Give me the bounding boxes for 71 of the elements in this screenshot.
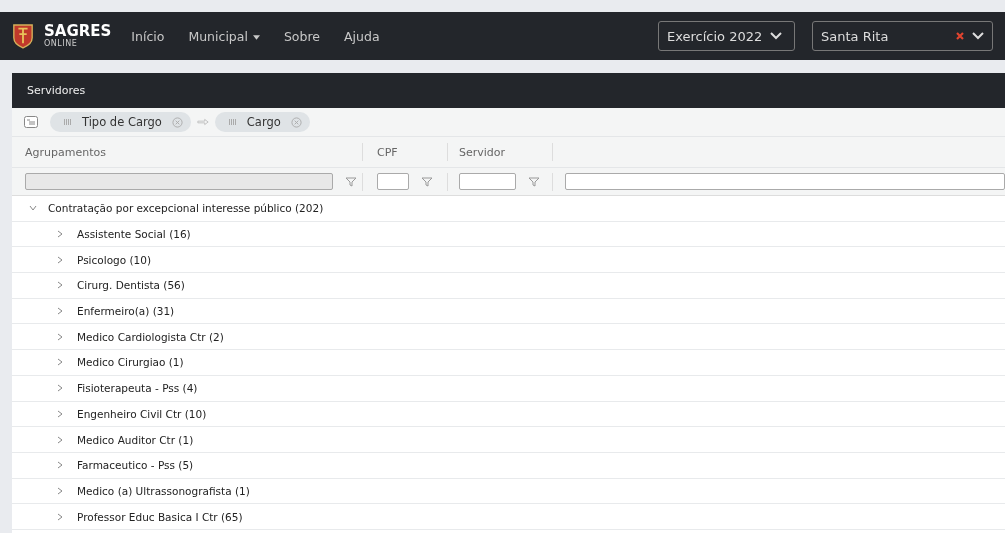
remove-icon[interactable] <box>290 116 302 128</box>
group-label: Medico Cirurgiao (1) <box>77 356 184 369</box>
group-chip[interactable]: Cargo <box>214 112 310 132</box>
group-panel-icon[interactable] <box>24 116 38 128</box>
chevron-icon[interactable] <box>57 358 63 367</box>
chevron-icon[interactable] <box>57 230 63 239</box>
group-label: Fisioterapeuta - Pss (4) <box>77 382 198 395</box>
tree-row[interactable]: Fisioterapeuta - Pss (4) <box>12 375 1005 402</box>
drag-handle-icon <box>228 119 237 125</box>
tree-row[interactable]: Professor Educ Basica I Ctr (65) <box>12 504 1005 530</box>
nav-link[interactable]: Ajuda <box>344 28 380 44</box>
chevron-icon[interactable] <box>29 205 37 212</box>
filter-icon[interactable] <box>421 176 433 187</box>
tree-row[interactable]: Medico Cardiologista Ctr (2) <box>12 324 1005 351</box>
filter-icon[interactable] <box>528 176 540 187</box>
drag-handle-icon <box>64 119 72 125</box>
panel-title: Servidores <box>27 84 86 97</box>
chevron-icon[interactable] <box>57 486 63 495</box>
chevron-icon[interactable] <box>57 409 63 418</box>
tree-row[interactable]: Farmaceutico - Pss (5) <box>12 452 1005 479</box>
group-label: Psicologo (10) <box>77 253 152 266</box>
year-select[interactable]: Exercício 2022 <box>658 21 795 51</box>
clear-icon[interactable] <box>956 32 964 40</box>
column-header[interactable]: CPF <box>377 145 398 159</box>
filter-field[interactable] <box>459 173 516 190</box>
tree-row[interactable]: Psicologo (10) <box>12 247 1005 274</box>
filter-field[interactable] <box>377 173 409 190</box>
group-label: Medico (a) Ultrassonografista (1) <box>77 484 250 497</box>
brand-name: SAGRES <box>44 24 112 39</box>
nav-link[interactable]: Início <box>131 28 165 44</box>
tree-row[interactable]: Medico (a) Ultrassonografista (1) <box>12 478 1005 505</box>
group-label: Professor Educ Basica I Ctr (65) <box>77 510 243 523</box>
nav-link[interactable]: Municipal <box>188 28 260 44</box>
chevron-icon[interactable] <box>57 435 63 444</box>
chip-label: Cargo <box>246 115 281 129</box>
group-chip[interactable]: Tipo de Cargo <box>50 112 191 132</box>
group-label: Medico Auditor Ctr (1) <box>77 433 194 446</box>
chevron-icon[interactable] <box>57 281 63 290</box>
brand-subtitle: O N L I N E <box>44 40 78 48</box>
tree-row[interactable]: Engenheiro Civil Ctr (10) <box>12 401 1005 428</box>
chevron-icon[interactable] <box>57 255 63 264</box>
group-label: Contratação por excepcional interesse público (202) <box>48 202 324 215</box>
tree-row[interactable]: Contratação por excepcional interesse público (202) <box>12 196 1005 222</box>
filter-field[interactable] <box>565 173 1005 190</box>
tree-row[interactable]: Enfermeiro(a) (31) <box>12 298 1005 325</box>
remove-icon[interactable] <box>171 116 183 128</box>
group-label: Cirurg. Dentista (56) <box>77 279 185 292</box>
shield-logo-icon <box>12 23 34 49</box>
tree-row[interactable]: Medico Cirurgiao (1) <box>12 350 1005 376</box>
chevron-down-icon <box>972 32 984 40</box>
tree-row[interactable]: Cirurg. Dentista (56) <box>12 273 1005 299</box>
group-label: Enfermeiro(a) (31) <box>77 305 175 318</box>
group-label: Farmaceutico - Pss (5) <box>77 459 194 472</box>
group-label: Medico Cardiologista Ctr (2) <box>77 330 224 343</box>
tree-row[interactable]: Assistente Social (16) <box>12 221 1005 248</box>
column-header[interactable]: Servidor <box>459 145 506 159</box>
chevron-icon[interactable] <box>57 384 63 393</box>
city-select[interactable]: Santa Rita <box>812 21 993 51</box>
chevron-icon[interactable] <box>57 307 63 316</box>
chip-label: Tipo de Cargo <box>82 115 162 129</box>
group-label: Assistente Social (16) <box>77 228 191 241</box>
group-label: Engenheiro Civil Ctr (10) <box>77 407 207 420</box>
chevron-icon[interactable] <box>57 461 63 470</box>
chevron-icon[interactable] <box>57 332 63 341</box>
filter-icon[interactable] <box>345 176 357 187</box>
arrow-right-icon <box>196 118 209 126</box>
chevron-down-icon <box>770 32 783 40</box>
tree-row[interactable]: Medico Auditor Ctr (1) <box>12 427 1005 453</box>
column-header[interactable]: Agrupamentos <box>25 145 106 159</box>
chevron-icon[interactable] <box>57 512 63 521</box>
nav-link[interactable]: Sobre <box>283 28 320 44</box>
